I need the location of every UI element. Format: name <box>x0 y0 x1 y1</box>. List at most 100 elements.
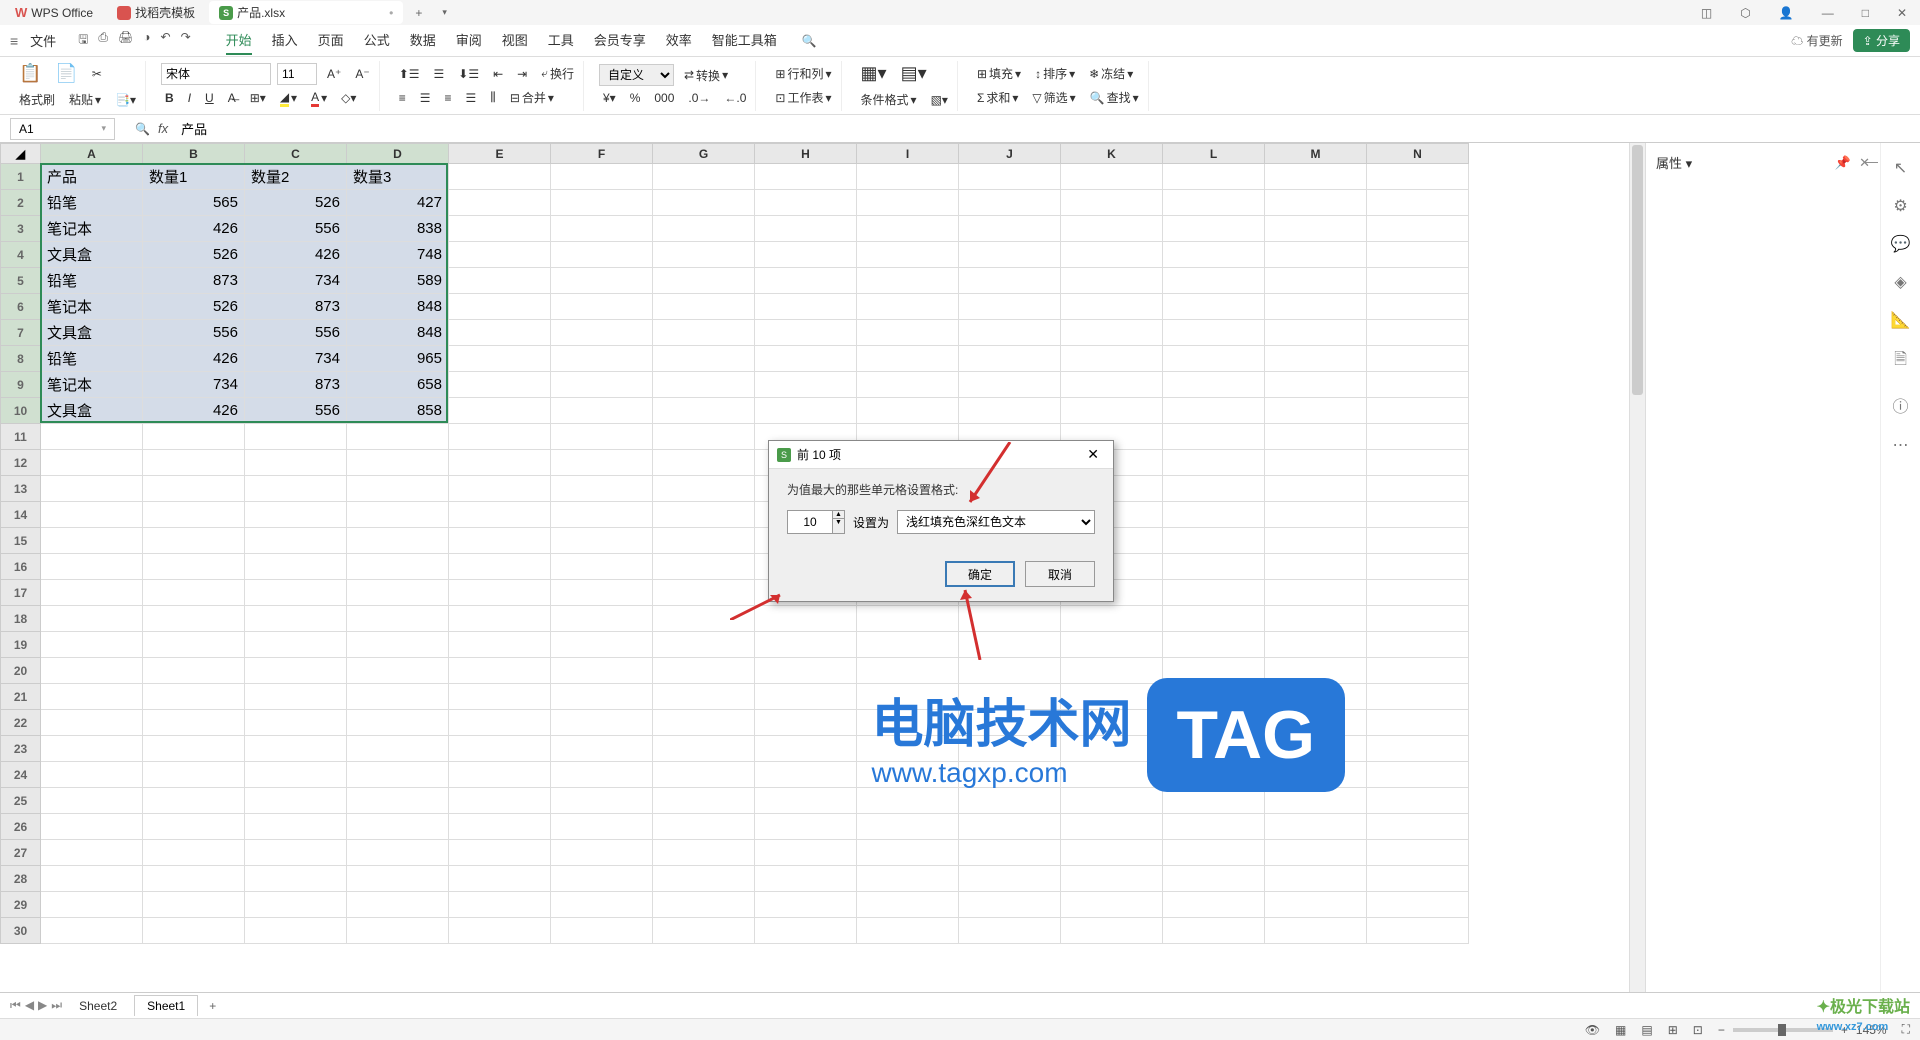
tab-insert[interactable]: 插入 <box>272 26 298 55</box>
cell-E26[interactable] <box>449 814 551 840</box>
cell-F10[interactable] <box>551 398 653 424</box>
cell-A11[interactable] <box>41 424 143 450</box>
cell-J6[interactable] <box>959 294 1061 320</box>
cell-H9[interactable] <box>755 372 857 398</box>
cell-C15[interactable] <box>245 528 347 554</box>
cell-B29[interactable] <box>143 892 245 918</box>
cell-C23[interactable] <box>245 736 347 762</box>
cell-N25[interactable] <box>1367 788 1469 814</box>
cell-G19[interactable] <box>653 632 755 658</box>
row-header-16[interactable]: 16 <box>1 554 41 580</box>
cell-H23[interactable] <box>755 736 857 762</box>
cell-F8[interactable] <box>551 346 653 372</box>
sheet-next-icon[interactable]: ▶ <box>38 998 47 1013</box>
cell-C20[interactable] <box>245 658 347 684</box>
cell-N9[interactable] <box>1367 372 1469 398</box>
cell-K6[interactable] <box>1061 294 1163 320</box>
cell-L17[interactable] <box>1163 580 1265 606</box>
cell-M10[interactable] <box>1265 398 1367 424</box>
cell-F9[interactable] <box>551 372 653 398</box>
cell-N20[interactable] <box>1367 658 1469 684</box>
cell-E30[interactable] <box>449 918 551 944</box>
cell-L29[interactable] <box>1163 892 1265 918</box>
cell-J30[interactable] <box>959 918 1061 944</box>
cell-L19[interactable] <box>1163 632 1265 658</box>
cell-B9[interactable]: 734 <box>143 372 245 398</box>
cell-K26[interactable] <box>1061 814 1163 840</box>
cell-K1[interactable] <box>1061 164 1163 190</box>
cell-A16[interactable] <box>41 554 143 580</box>
cell-F30[interactable] <box>551 918 653 944</box>
cell-A5[interactable]: 铅笔 <box>41 268 143 294</box>
cell-H25[interactable] <box>755 788 857 814</box>
indent-increase-icon[interactable]: ⇥ <box>513 65 531 83</box>
cell-C1[interactable]: 数量2 <box>245 164 347 190</box>
cell-C7[interactable]: 556 <box>245 320 347 346</box>
print-preview-icon[interactable]: ⎙ <box>98 30 108 51</box>
cell-D8[interactable]: 965 <box>347 346 449 372</box>
cell-A21[interactable] <box>41 684 143 710</box>
cell-B30[interactable] <box>143 918 245 944</box>
cell-M27[interactable] <box>1265 840 1367 866</box>
cell-N10[interactable] <box>1367 398 1469 424</box>
cell-H5[interactable] <box>755 268 857 294</box>
cell-N5[interactable] <box>1367 268 1469 294</box>
cell-D21[interactable] <box>347 684 449 710</box>
cell-A26[interactable] <box>41 814 143 840</box>
collapse-panel-icon[interactable]: — <box>1864 153 1878 169</box>
cell-A24[interactable] <box>41 762 143 788</box>
eye-icon[interactable]: 👁 <box>1585 1023 1600 1037</box>
cell-G10[interactable] <box>653 398 755 424</box>
cell-K27[interactable] <box>1061 840 1163 866</box>
cell-G7[interactable] <box>653 320 755 346</box>
cell-L14[interactable] <box>1163 502 1265 528</box>
cell-I1[interactable] <box>857 164 959 190</box>
cell-M15[interactable] <box>1265 528 1367 554</box>
row-header-21[interactable]: 21 <box>1 684 41 710</box>
col-header-K[interactable]: K <box>1061 144 1163 164</box>
row-header-15[interactable]: 15 <box>1 528 41 554</box>
cell-A4[interactable]: 文具盒 <box>41 242 143 268</box>
cell-H24[interactable] <box>755 762 857 788</box>
cell-H30[interactable] <box>755 918 857 944</box>
cell-F16[interactable] <box>551 554 653 580</box>
cell-C26[interactable] <box>245 814 347 840</box>
cell-G21[interactable] <box>653 684 755 710</box>
cell-F26[interactable] <box>551 814 653 840</box>
tab-start[interactable]: 开始 <box>226 26 252 55</box>
cell-N29[interactable] <box>1367 892 1469 918</box>
cell-A29[interactable] <box>41 892 143 918</box>
cell-M30[interactable] <box>1265 918 1367 944</box>
ruler-tool-icon[interactable]: 📐 <box>1891 310 1911 330</box>
cell-G3[interactable] <box>653 216 755 242</box>
cell-I6[interactable] <box>857 294 959 320</box>
cell-D26[interactable] <box>347 814 449 840</box>
cell-G4[interactable] <box>653 242 755 268</box>
cell-D16[interactable] <box>347 554 449 580</box>
cell-L4[interactable] <box>1163 242 1265 268</box>
cell-J18[interactable] <box>959 606 1061 632</box>
cell-N18[interactable] <box>1367 606 1469 632</box>
cell-B8[interactable]: 426 <box>143 346 245 372</box>
col-header-D[interactable]: D <box>347 144 449 164</box>
cell-A20[interactable] <box>41 658 143 684</box>
vertical-scrollbar[interactable] <box>1629 143 1645 992</box>
cell-M19[interactable] <box>1265 632 1367 658</box>
cell-J5[interactable] <box>959 268 1061 294</box>
maximize-button[interactable]: □ <box>1854 2 1877 24</box>
cell-L11[interactable] <box>1163 424 1265 450</box>
cell-M17[interactable] <box>1265 580 1367 606</box>
cell-G28[interactable] <box>653 866 755 892</box>
hamburger-icon[interactable]: ≡ <box>10 33 18 49</box>
cube-icon[interactable]: ⬡ <box>1732 2 1758 24</box>
cell-F4[interactable] <box>551 242 653 268</box>
cell-G6[interactable] <box>653 294 755 320</box>
file-tab[interactable]: S 产品.xlsx • <box>209 1 403 24</box>
select-tool-icon[interactable]: ↖ <box>1894 158 1907 178</box>
row-header-13[interactable]: 13 <box>1 476 41 502</box>
cell-L9[interactable] <box>1163 372 1265 398</box>
cell-F5[interactable] <box>551 268 653 294</box>
indent-decrease-icon[interactable]: ⇤ <box>489 65 507 83</box>
cell-E16[interactable] <box>449 554 551 580</box>
more-tool-icon[interactable]: ⋯ <box>1893 435 1909 455</box>
